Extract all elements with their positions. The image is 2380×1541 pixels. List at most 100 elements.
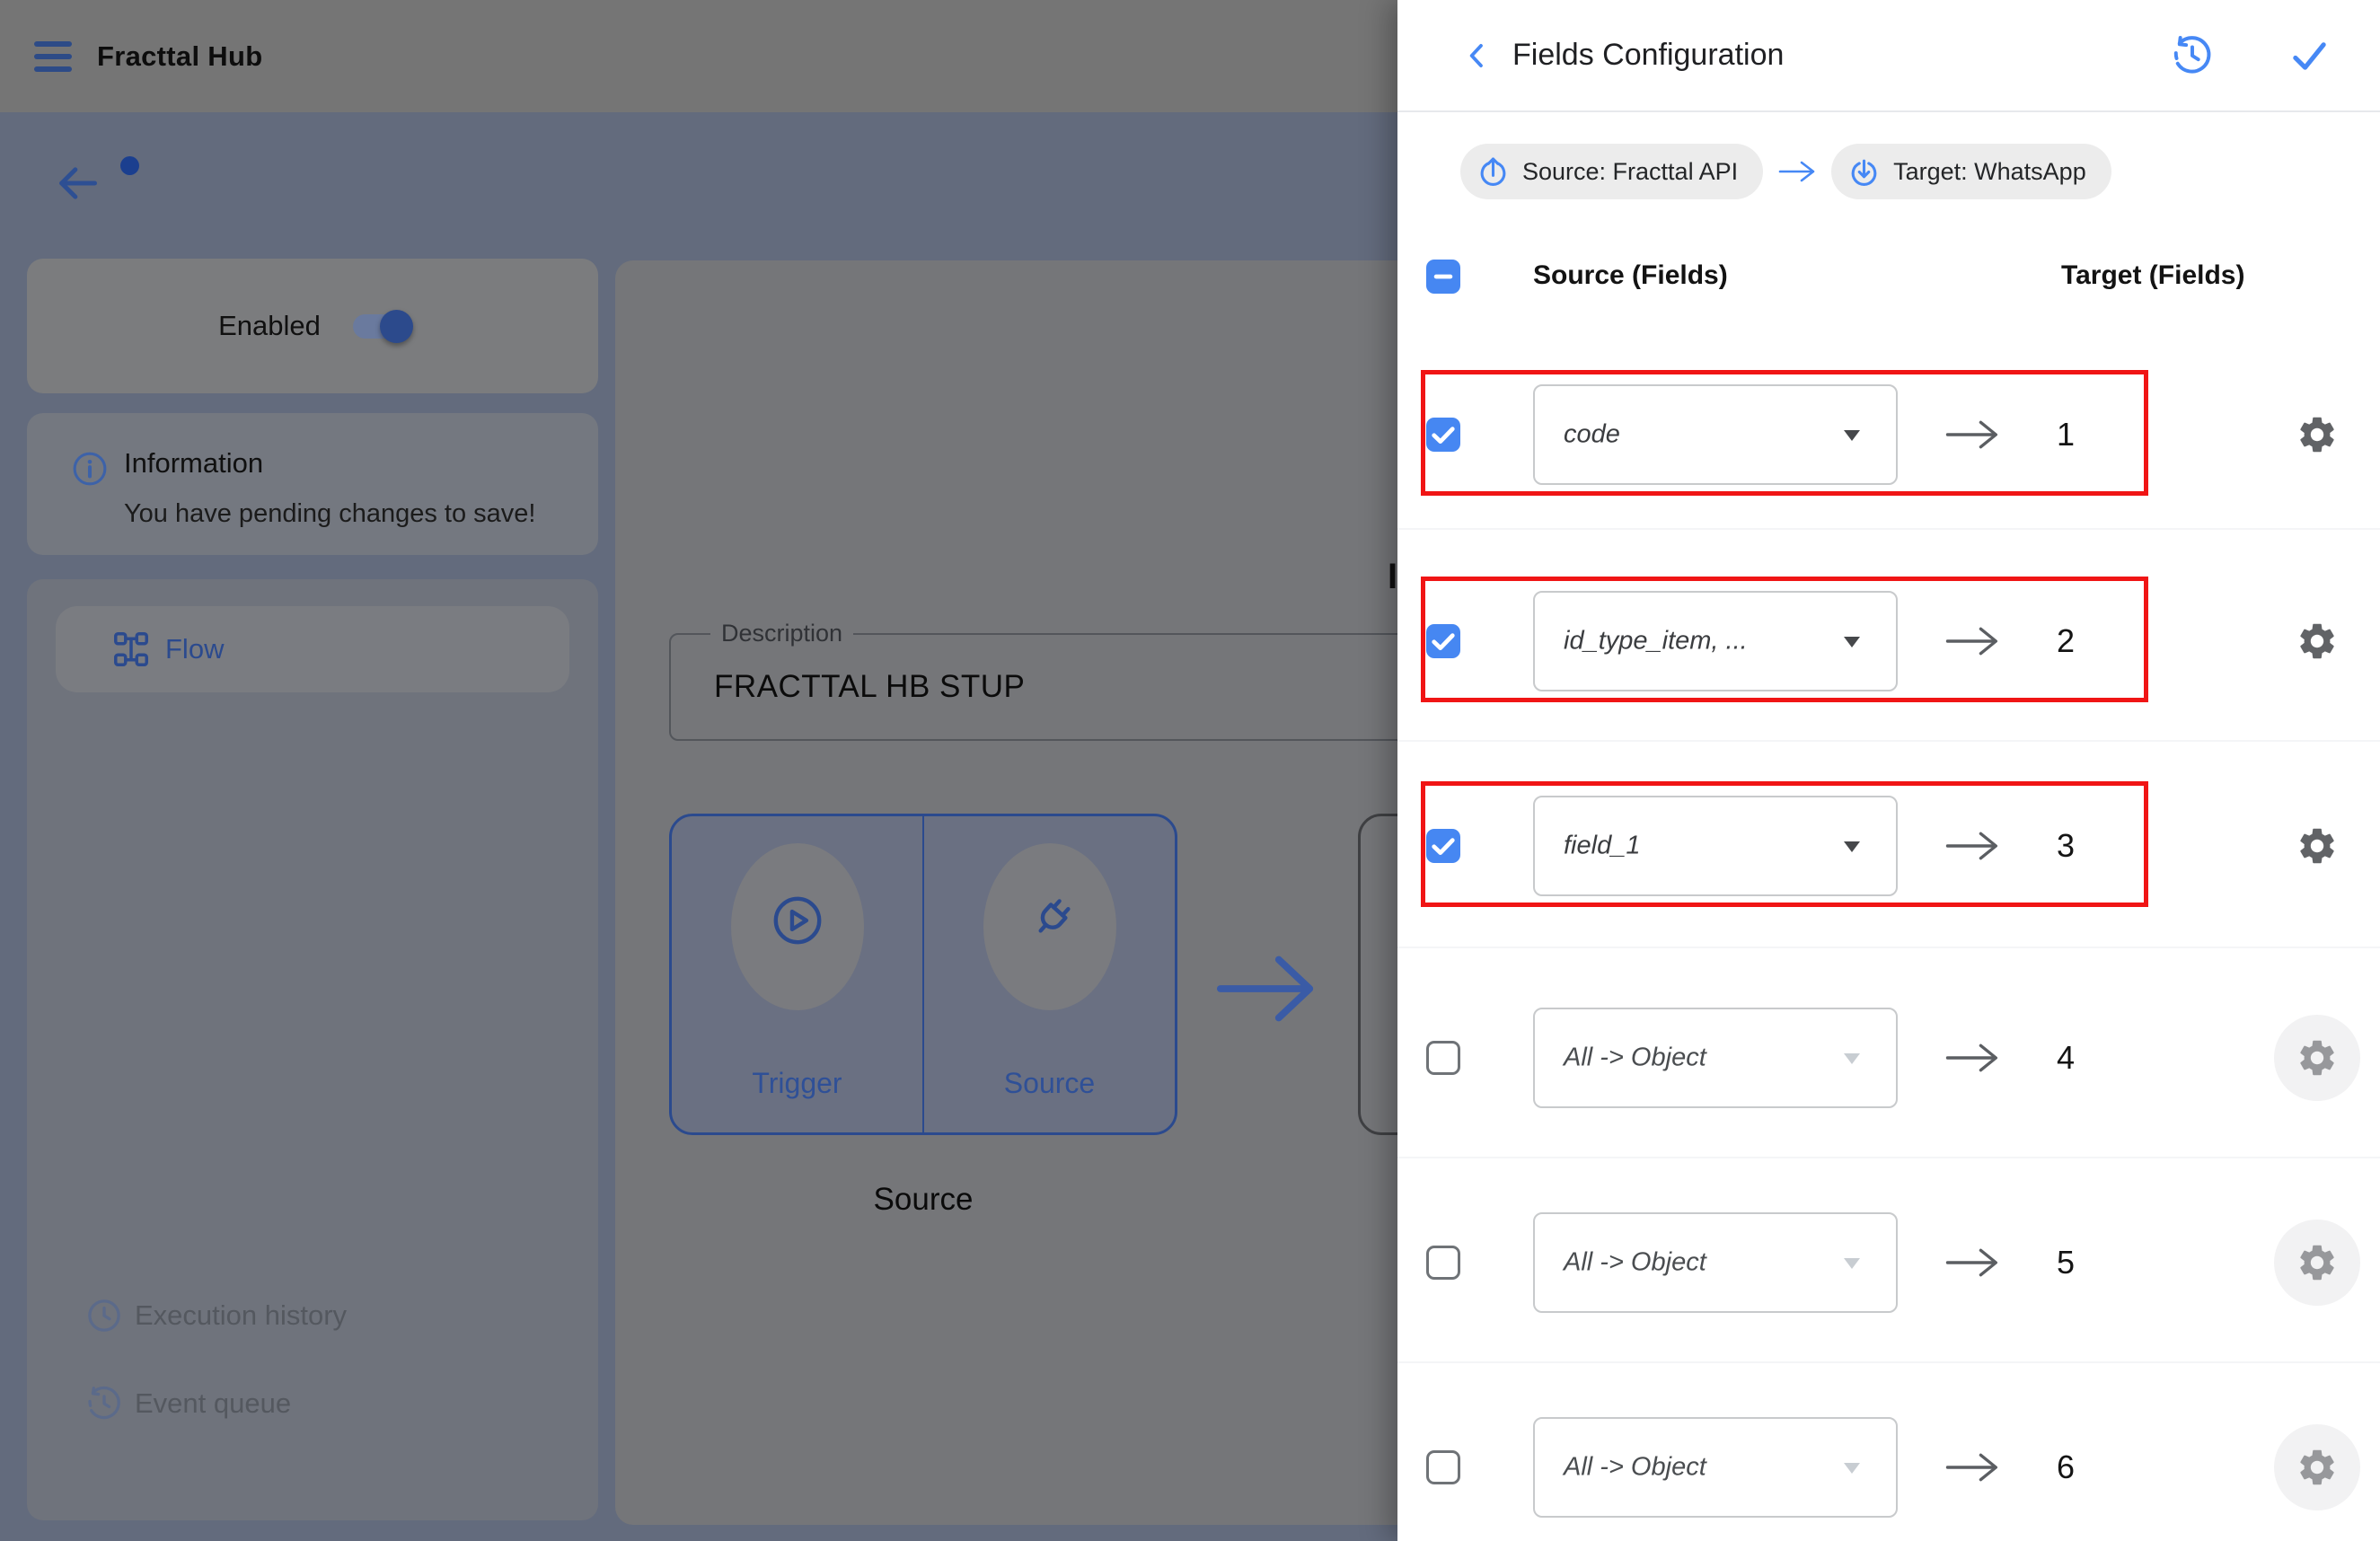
trigger-source-node[interactable]: Trigger Source xyxy=(669,814,1177,1135)
target-chip: Target: WhatsApp xyxy=(1831,144,2111,199)
confirm-check-button[interactable] xyxy=(2288,34,2331,76)
source-field-dropdown[interactable]: id_type_item, ... xyxy=(1533,591,1898,691)
panel-header: Fields Configuration xyxy=(1397,0,2380,112)
mapping-summary: Source: Fracttal API Target: WhatsApp xyxy=(1460,144,2111,199)
row-divider xyxy=(1397,947,2380,948)
field-mapping-row: id_type_item, ... 2 xyxy=(1397,577,2380,706)
source-field-value: All -> Object xyxy=(1564,1453,1706,1483)
check-icon xyxy=(1426,829,1460,863)
upload-icon xyxy=(1476,155,1510,189)
row-checkbox[interactable] xyxy=(1426,418,1460,452)
source-field-value: field_1 xyxy=(1564,832,1640,861)
enabled-toggle[interactable] xyxy=(353,314,407,339)
chevron-left-icon[interactable] xyxy=(1460,39,1494,73)
row-settings-button[interactable] xyxy=(2274,803,2360,889)
source-field-value: All -> Object xyxy=(1564,1043,1706,1073)
flow-icon xyxy=(111,630,151,669)
sidebar-item-execution-history[interactable]: Execution history xyxy=(27,1280,598,1352)
back-arrow-icon xyxy=(54,160,101,207)
toggle-thumb xyxy=(380,310,413,343)
row-checkbox[interactable] xyxy=(1426,1450,1460,1484)
field-mapping-row: All -> Object 5 xyxy=(1397,1198,2380,1327)
target-field-number: 5 xyxy=(2039,1244,2093,1281)
target-fields-column-header: Target (Fields) xyxy=(2061,260,2244,291)
notification-dot xyxy=(120,156,139,175)
sidebar-item-label: Event queue xyxy=(135,1387,291,1420)
dropdown-caret-icon xyxy=(1844,1258,1860,1269)
row-checkbox[interactable] xyxy=(1426,624,1460,658)
columns-header: Source (Fields) Target (Fields) xyxy=(1397,257,2380,296)
check-icon xyxy=(1426,418,1460,452)
indeterminate-minus-icon xyxy=(1426,260,1460,294)
sidebar-item-flow[interactable]: Flow xyxy=(56,606,569,692)
dropdown-caret-icon xyxy=(1844,637,1860,647)
trigger-cell[interactable]: Trigger xyxy=(672,816,922,1132)
play-circle-icon xyxy=(768,891,827,950)
gear-icon xyxy=(2296,824,2339,867)
field-mapping-row: code 1 xyxy=(1397,370,2380,499)
source-field-value: code xyxy=(1564,420,1620,450)
source-chip-label: Source: Fracttal API xyxy=(1522,158,1738,186)
target-field-number: 4 xyxy=(2039,1039,2093,1077)
information-title: Information xyxy=(124,447,598,480)
row-checkbox[interactable] xyxy=(1426,1246,1460,1280)
fields-configuration-panel: Fields Configuration Source: Fracttal AP… xyxy=(1397,0,2380,1541)
row-checkbox[interactable] xyxy=(1426,1041,1460,1075)
source-field-dropdown[interactable]: All -> Object xyxy=(1533,1417,1898,1518)
restore-history-button[interactable] xyxy=(2170,33,2215,78)
dropdown-caret-icon xyxy=(1844,1463,1860,1474)
target-field-number: 2 xyxy=(2039,622,2093,660)
source-cell[interactable]: Source xyxy=(922,816,1175,1132)
sidebar-item-label: Execution history xyxy=(135,1299,347,1332)
row-divider xyxy=(1397,740,2380,742)
source-field-dropdown[interactable]: All -> Object xyxy=(1533,1212,1898,1313)
enabled-card: Enabled xyxy=(27,259,598,393)
download-icon xyxy=(1847,155,1881,189)
mapping-arrow-icon xyxy=(1944,418,2002,452)
mapping-arrow-icon xyxy=(1944,1450,2002,1484)
row-divider xyxy=(1397,1157,2380,1158)
information-card: Information You have pending changes to … xyxy=(27,413,598,555)
row-settings-button[interactable] xyxy=(2274,392,2360,478)
row-settings-button[interactable] xyxy=(2274,598,2360,684)
gear-icon xyxy=(2296,1446,2339,1489)
field-mapping-row: field_1 3 xyxy=(1397,781,2380,911)
mapping-arrow-icon xyxy=(1944,624,2002,658)
select-all-checkbox[interactable] xyxy=(1426,260,1460,294)
info-icon xyxy=(70,449,110,489)
source-field-value: All -> Object xyxy=(1564,1248,1706,1278)
app-root: Fracttal Hub Enabled Information You hav… xyxy=(0,0,2380,1541)
trigger-label: Trigger xyxy=(672,1067,922,1100)
history-icon xyxy=(84,1384,124,1423)
row-settings-button[interactable] xyxy=(2274,1015,2360,1101)
panel-title: Fields Configuration xyxy=(1512,38,1784,73)
target-field-number: 6 xyxy=(2039,1449,2093,1486)
description-label: Description xyxy=(710,620,853,647)
row-divider xyxy=(1397,528,2380,530)
source-label: Source xyxy=(924,1067,1175,1100)
source-field-dropdown[interactable]: code xyxy=(1533,384,1898,485)
target-chip-label: Target: WhatsApp xyxy=(1893,158,2086,186)
gear-icon xyxy=(2296,620,2339,663)
source-field-dropdown[interactable]: field_1 xyxy=(1533,796,1898,896)
dropdown-caret-icon xyxy=(1844,430,1860,441)
gear-icon xyxy=(2296,1241,2339,1284)
row-checkbox[interactable] xyxy=(1426,829,1460,863)
sidebar-item-event-queue[interactable]: Event queue xyxy=(27,1368,598,1440)
flow-connector-arrow-icon xyxy=(1215,948,1321,1029)
mapping-arrow-icon xyxy=(1944,1041,2002,1075)
app-title: Fracttal Hub xyxy=(97,40,262,73)
description-value: FRACTTAL HB STUP xyxy=(714,669,1025,705)
source-field-value: id_type_item, ... xyxy=(1564,627,1748,656)
row-divider xyxy=(1397,1361,2380,1363)
back-button[interactable] xyxy=(54,160,117,214)
field-mapping-row: All -> Object 6 xyxy=(1397,1403,2380,1532)
target-field-number: 3 xyxy=(2039,827,2093,865)
gear-icon xyxy=(2296,413,2339,456)
row-settings-button[interactable] xyxy=(2274,1220,2360,1306)
mapping-arrow-icon xyxy=(1944,1246,2002,1280)
node-caption: Source xyxy=(669,1182,1177,1218)
source-field-dropdown[interactable]: All -> Object xyxy=(1533,1008,1898,1108)
hamburger-menu-icon[interactable] xyxy=(34,41,72,72)
row-settings-button[interactable] xyxy=(2274,1424,2360,1510)
